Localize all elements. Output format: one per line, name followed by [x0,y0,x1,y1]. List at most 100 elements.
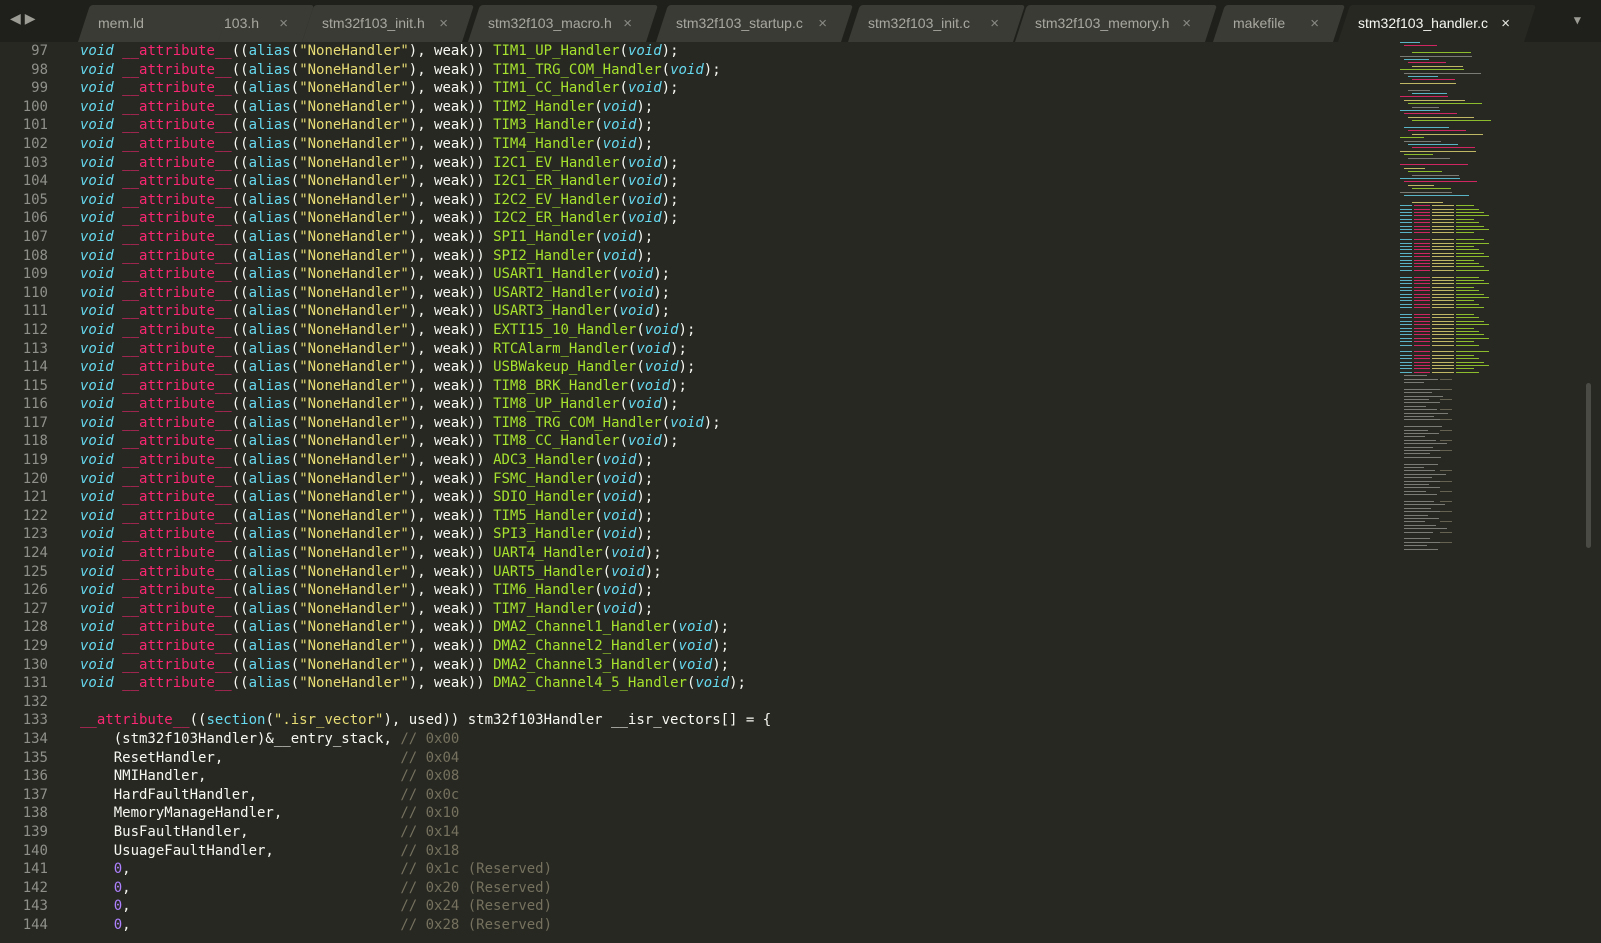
string-literal: "NoneHandler" [299,582,409,599]
minimap-line [1414,239,1430,241]
punct: ( [611,284,620,301]
punct: ); [678,359,696,376]
minimap-line [1400,137,1424,139]
minimap-line [1456,276,1479,278]
line-code: void __attribute__((alias("NoneHandler")… [80,265,670,284]
string-literal: "NoneHandler" [299,61,409,78]
close-icon[interactable]: × [439,5,448,42]
vertical-scrollbar[interactable] [1586,383,1591,548]
tab-stm32f103-handler-c[interactable]: stm32f103_handler.c × [1338,5,1537,42]
minimap-line [1432,337,1454,339]
minimap-line [1440,439,1452,441]
attribute-keyword: __attribute__ [122,247,232,264]
close-icon[interactable]: × [1501,5,1510,42]
punct: ( [594,526,603,543]
tab-overflow-icon[interactable]: ▼ [1574,13,1581,27]
minimap-line [1414,205,1430,207]
alias-function: alias [248,377,291,394]
close-icon[interactable]: × [1310,5,1319,42]
tab-stm32f103-init-c[interactable]: stm32f103_init.c × [848,5,1026,42]
minimap-line [1456,368,1474,370]
minimap-line [1408,89,1430,91]
close-icon[interactable]: × [990,5,999,42]
string-literal: "NoneHandler" [299,396,409,413]
handler-name: SPI1_Handler [493,228,595,245]
punct: (( [231,396,249,413]
line-code: 0, // 0x20 (Reserved) [113,879,553,896]
attribute-keyword: __attribute__ [122,173,232,190]
punct: (( [231,321,249,338]
vector-entry-value: 0 [113,898,123,915]
code-editor[interactable]: 97 void __attribute__((alias("NoneHandler… [0,42,1590,943]
minimap-line [1414,365,1430,366]
alias-function: alias [248,80,291,97]
close-icon[interactable]: × [623,5,632,42]
close-icon[interactable]: × [1182,5,1191,42]
punct: ), weak)) [408,135,494,152]
code-line: 142 0, // 0x20 (Reserved) [0,879,1590,898]
alias-function: alias [248,526,291,543]
code-line: 117 void __attribute__((alias("NoneHandle… [0,414,1590,433]
attribute-keyword: __attribute__ [122,656,232,673]
back-arrow-icon[interactable]: ◀ [10,11,25,27]
code-line: 131 void __attribute__((alias("NoneHandle… [0,674,1590,693]
punct: ( [619,43,628,59]
line-code: void __attribute__((alias("NoneHandler")… [80,395,679,414]
code-line: 121 void __attribute__((alias("NoneHandle… [0,488,1590,507]
minimap-line [1414,344,1430,346]
string-literal: "NoneHandler" [299,80,409,97]
minimap-line [1404,463,1438,465]
punct: ), weak)) [408,321,494,338]
punct: ( [290,507,300,524]
punct: ); [636,452,654,469]
minimap-line [1432,229,1454,230]
attribute-keyword: __attribute__ [122,563,232,580]
tab-stm32f103-init-h[interactable]: stm32f103_init.h × [302,5,475,42]
punct: ( [290,135,300,152]
close-icon[interactable]: × [279,5,288,42]
vector-entry-value: HardFaultHandler, [113,786,258,803]
minimap-line [1432,266,1454,268]
minimap-line [1456,324,1489,326]
minimap-line [1432,252,1454,254]
minimap[interactable] [1400,42,1520,567]
tab-mem-ld[interactable]: mem.ld [78,5,231,42]
punct: ( [290,266,300,283]
code-line: 143 0, // 0x24 (Reserved) [0,897,1590,916]
void-keyword: void [80,247,114,264]
minimap-line [1432,334,1454,336]
minimap-line [1414,371,1430,373]
void-keyword: void [670,414,704,431]
close-icon[interactable]: × [818,5,827,42]
tab-makefile[interactable]: makefile × [1213,5,1346,42]
minimap-line [1412,201,1443,203]
minimap-line [1440,501,1452,502]
string-literal: "NoneHandler" [299,452,409,469]
code-line: 134 (stm32f103Handler)&__entry_stack, //… [0,730,1590,749]
minimap-line [1400,191,1452,193]
punct: (( [231,154,249,171]
minimap-line [1414,283,1430,285]
void-keyword: void [602,526,637,543]
tab-stm32f103-startup-c[interactable]: stm32f103_startup.c × [656,5,854,42]
attribute-keyword: __attribute__ [122,61,232,78]
punct: ), weak)) [408,359,494,376]
line-number: 109 [22,266,48,283]
minimap-line [1440,429,1452,431]
minimap-line [1414,337,1430,339]
code-line: 136 NMIHandler, // 0x08 [0,767,1590,786]
punct: ( [290,563,300,580]
attribute-keyword: __attribute__ [122,470,232,487]
line-code: void __attribute__((alias("NoneHandler")… [80,432,679,451]
tab-stm32f103-memory-h[interactable]: stm32f103_memory.h × [1015,5,1218,42]
tab-stm32f103-macro-h[interactable]: stm32f103_macro.h × [468,5,659,42]
forward-arrow-icon[interactable]: ▶ [25,11,40,27]
punct: ); [661,154,679,171]
void-keyword: void [602,582,637,599]
punct: ); [661,80,679,97]
line-number: 126 [22,582,48,599]
alias-function: alias [248,210,291,227]
punct: ( [290,228,300,245]
void-keyword: void [80,61,114,78]
tab-nav-arrows: ◀▶ [10,11,40,27]
